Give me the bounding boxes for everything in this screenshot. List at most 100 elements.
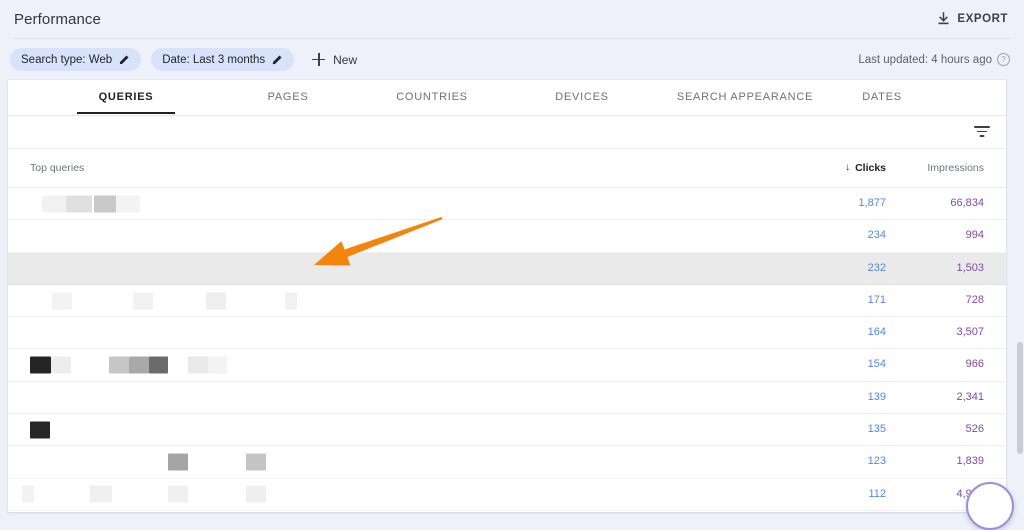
tab-search-appearance[interactable]: SEARCH APPEARANCE xyxy=(658,80,832,114)
column-header-top-queries: Top queries xyxy=(30,162,85,174)
cell-clicks: 234 xyxy=(867,229,886,242)
cell-clicks: 232 xyxy=(867,261,886,274)
vertical-scrollbar-track[interactable] xyxy=(1016,80,1024,512)
redaction-block xyxy=(168,453,188,471)
pencil-icon xyxy=(119,54,130,65)
cell-impressions: 526 xyxy=(965,423,984,436)
column-header-clicks-label: Clicks xyxy=(855,162,886,174)
filter-chip-date[interactable]: Date: Last 3 months xyxy=(151,48,295,71)
tab-countries[interactable]: COUNTRIES xyxy=(358,80,506,114)
table-row[interactable]: 1124,936 xyxy=(8,479,1006,511)
cell-impressions: 1,503 xyxy=(956,261,984,274)
tab-pages[interactable]: PAGES xyxy=(218,80,358,114)
table-row[interactable]: 171 728 xyxy=(8,285,1006,318)
redaction-block xyxy=(30,356,51,374)
table-body: 1,877 66,834 234 994 232 1,503 171 728 164 3,507 1… xyxy=(8,188,1006,511)
redaction-block xyxy=(52,292,72,310)
redaction-block xyxy=(90,485,112,503)
redaction-block xyxy=(30,421,50,439)
filter-chip-date-label: Date: Last 3 months xyxy=(162,53,266,66)
filter-funnel-icon[interactable] xyxy=(973,124,991,139)
filter-chip-bar: Search type: Web Date: Last 3 months New… xyxy=(0,39,1024,80)
redaction-block xyxy=(188,356,208,374)
tab-devices[interactable]: DEVICES xyxy=(506,80,658,114)
redaction-block xyxy=(94,195,116,213)
title-bar: Performance EXPORT xyxy=(0,0,1024,38)
redaction-block xyxy=(149,356,168,374)
export-button[interactable]: EXPORT xyxy=(935,8,1010,30)
redaction-block xyxy=(42,195,66,213)
cell-clicks: 164 xyxy=(867,326,886,339)
redaction-block xyxy=(206,292,226,310)
query-cell-redacted xyxy=(8,349,768,380)
redaction-block xyxy=(22,485,34,503)
redaction-block xyxy=(109,356,129,374)
table-toolbar xyxy=(8,116,1006,149)
cell-clicks: 123 xyxy=(867,455,886,468)
cell-impressions: 728 xyxy=(965,293,984,306)
cell-clicks: 171 xyxy=(867,293,886,306)
export-button-label: EXPORT xyxy=(957,13,1008,25)
table-row[interactable]: 164 3,507 xyxy=(8,317,1006,350)
query-cell-redacted xyxy=(8,414,768,445)
new-filter-button[interactable]: New xyxy=(306,50,363,70)
tab-queries[interactable]: QUERIES xyxy=(34,80,218,114)
cell-impressions: 66,834 xyxy=(950,197,984,209)
cell-impressions: 3,507 xyxy=(956,326,984,339)
cell-clicks: 112 xyxy=(868,487,886,500)
filter-chip-search-type-label: Search type: Web xyxy=(21,53,113,66)
query-cell-redacted xyxy=(8,253,768,284)
download-icon xyxy=(937,12,950,26)
last-updated-label: Last updated: 4 hours ago xyxy=(858,53,992,66)
sort-descending-icon: ↓ xyxy=(845,162,851,173)
table-row[interactable]: 139 2,341 xyxy=(8,382,1006,415)
query-cell-redacted xyxy=(8,220,768,251)
page-title: Performance xyxy=(14,10,101,28)
cell-clicks: 154 xyxy=(867,358,886,371)
new-filter-button-label: New xyxy=(333,52,358,67)
table-header-row: Top queries ↓ Clicks Impressions xyxy=(8,149,1006,188)
table-row[interactable]: 123 1,839 xyxy=(8,446,1006,479)
cell-clicks: 139 xyxy=(867,390,886,403)
filter-chip-search-type[interactable]: Search type: Web xyxy=(10,48,142,71)
cell-clicks: 135 xyxy=(867,423,886,436)
table-row[interactable]: 234 994 xyxy=(8,220,1006,253)
cell-clicks: 1,877 xyxy=(858,197,886,209)
query-cell-redacted xyxy=(8,188,768,219)
performance-page: Performance EXPORT Search type: Web Date xyxy=(0,0,1024,530)
cell-impressions: 1,839 xyxy=(956,455,984,468)
question-mark-icon[interactable]: ? xyxy=(997,53,1010,66)
tab-dates[interactable]: DATES xyxy=(832,80,932,114)
help-floating-action-button[interactable] xyxy=(966,482,1014,530)
redaction-block xyxy=(208,356,227,374)
report-tabs: QUERIES PAGES COUNTRIES DEVICES SEARCH A… xyxy=(8,80,1006,116)
query-cell-redacted xyxy=(8,479,768,510)
table-row[interactable]: 232 1,503 xyxy=(8,252,1006,285)
performance-card: QUERIES PAGES COUNTRIES DEVICES SEARCH A… xyxy=(8,80,1006,512)
query-cell-redacted xyxy=(8,285,768,316)
table-row[interactable]: 154 966 xyxy=(8,349,1006,382)
redaction-block xyxy=(129,356,149,374)
table-row[interactable]: 1,877 66,834 xyxy=(8,188,1006,221)
query-cell-redacted xyxy=(8,382,768,413)
redaction-block xyxy=(51,356,71,374)
redaction-block xyxy=(168,485,188,503)
cell-impressions: 2,341 xyxy=(956,390,984,403)
query-cell-redacted xyxy=(8,446,768,477)
redaction-block xyxy=(133,292,153,310)
column-header-clicks[interactable]: ↓ Clicks xyxy=(845,149,886,187)
cell-impressions: 994 xyxy=(965,229,984,242)
query-cell-redacted xyxy=(8,317,768,348)
redaction-block xyxy=(246,453,266,471)
redaction-block xyxy=(285,292,297,310)
redaction-block xyxy=(116,195,140,213)
last-updated-status: Last updated: 4 hours ago ? xyxy=(858,53,1010,66)
redaction-block xyxy=(66,195,92,213)
redaction-block xyxy=(246,485,266,503)
pencil-icon xyxy=(272,54,283,65)
column-header-impressions[interactable]: Impressions xyxy=(927,149,984,187)
cell-impressions: 966 xyxy=(965,358,984,371)
plus-icon xyxy=(312,53,326,66)
vertical-scrollbar-thumb[interactable] xyxy=(1017,342,1023,454)
table-row[interactable]: 135 526 xyxy=(8,414,1006,447)
